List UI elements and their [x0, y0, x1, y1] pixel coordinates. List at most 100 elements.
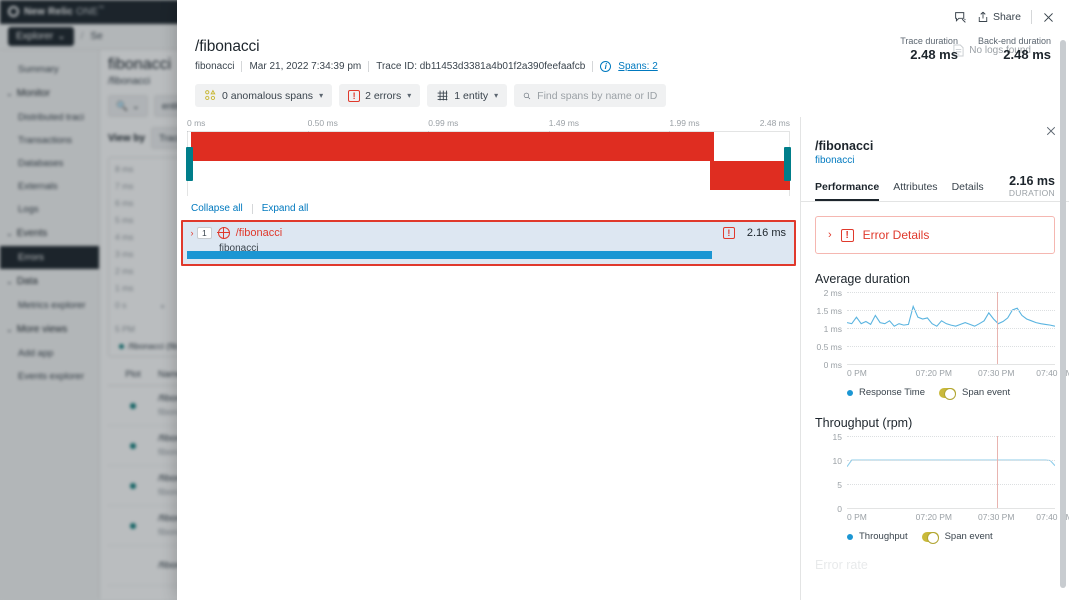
span-bar-track [187, 251, 790, 259]
anomalous-spans-filter[interactable]: 0 anomalous spans ▾ [195, 84, 333, 107]
throughput-legend: Throughput Span event [847, 531, 1055, 544]
average-duration-legend: Response Time Span event [847, 387, 1055, 400]
detail-duration: 2.16 ms DURATION [1009, 174, 1055, 201]
axis-tick: 0 ms [187, 118, 206, 128]
minimap-child-band [710, 161, 790, 190]
x-tick: 07:20 PM [915, 512, 953, 522]
y-tick: 0.5 ms [816, 342, 842, 352]
axis-tick: 1.99 ms [669, 118, 700, 128]
error-icon: ! [348, 89, 361, 102]
chevron-right-icon: › [828, 229, 832, 241]
trace-duration-label: Trace duration [900, 36, 958, 46]
span-child-count: 1 [197, 227, 212, 239]
x-tick: 07:30 PM [978, 512, 1015, 522]
detail-close-icon[interactable] [1045, 125, 1057, 139]
tab-attributes[interactable]: Attributes [893, 181, 937, 201]
span-event-marker [996, 436, 998, 508]
span-row[interactable]: › 1 /fibonacci ! 2.16 ms fibonacci [181, 220, 796, 266]
waterfall-pane: 0 ms 0.50 ms 0.99 ms 1.49 ms 1.99 ms 2.4… [177, 117, 801, 600]
y-tick: 2 ms [823, 288, 842, 298]
error-icon: ! [840, 228, 854, 242]
throughput-line [847, 436, 1055, 508]
minimap-canvas[interactable] [186, 132, 791, 196]
span-tree-actions: Collapse all Expand all [177, 199, 800, 220]
chevron-down-icon: ▾ [407, 91, 412, 100]
detail-tabs: Performance Attributes Details 2.16 ms D… [801, 174, 1069, 202]
axis-tick: 0.99 ms [428, 118, 459, 128]
throughput-xaxis: 0 PM 07:20 PM 07:30 PM 07:40 PM [847, 508, 1069, 524]
span-name[interactable]: /fibonacci [236, 227, 282, 239]
span-filter-row: 0 anomalous spans ▾ ! 2 errors ▾ 1 entit… [177, 36, 1069, 117]
trace-entity: fibonacci [195, 61, 235, 72]
trace-duration: Trace duration 2.48 ms [900, 36, 958, 62]
axis-tick: 2.48 ms [759, 118, 790, 128]
throughput-chart[interactable]: 15 10 5 0 [833, 432, 1055, 514]
axis-tick: 0.50 ms [307, 118, 338, 128]
tab-performance[interactable]: Performance [815, 181, 880, 201]
y-tick: 15 [832, 432, 842, 442]
span-search-input[interactable] [537, 89, 658, 102]
entity-filter[interactable]: 1 entity ▾ [427, 84, 508, 107]
backend-duration-value: 2.48 ms [1003, 47, 1051, 62]
detail-duration-value: 2.16 ms [1009, 174, 1055, 188]
timeline-axis: 0 ms 0.50 ms 0.99 ms 1.49 ms 1.99 ms 2.4… [187, 117, 790, 135]
toolbar-divider [1031, 10, 1032, 24]
minimap-handle-left[interactable] [186, 147, 193, 181]
span-event-marker [996, 292, 998, 364]
detail-header: /fibonacci fibonacci [801, 117, 1069, 166]
minimap-root-band [190, 132, 714, 161]
span-event-toggle[interactable] [939, 387, 957, 400]
legend-label-throughput: Throughput [859, 531, 908, 542]
x-tick: 07:30 PM [978, 368, 1015, 378]
y-tick: 1.5 ms [816, 306, 842, 316]
span-list: › 1 /fibonacci ! 2.16 ms fibonacci [177, 220, 800, 600]
average-duration-chart[interactable]: 2 ms 1.5 ms 1 ms 0.5 ms 0 ms [816, 288, 1055, 370]
legend-dot-icon [847, 533, 853, 540]
span-duration-bar[interactable] [187, 251, 712, 259]
chart-title-partial: Error rate [815, 558, 868, 572]
page-scrollbar[interactable] [1060, 40, 1066, 588]
x-tick: 07:20 PM [915, 368, 953, 378]
trace-metadata: fibonacci Mar 21, 2022 7:34:39 pm Trace … [195, 61, 1051, 72]
detail-duration-label: DURATION [1008, 188, 1055, 198]
share-label: Share [992, 11, 1021, 23]
y-tick: 0 ms [823, 360, 842, 370]
chevron-down-icon: ▾ [494, 91, 499, 100]
spans-link[interactable]: Spans: 2 [618, 61, 657, 72]
x-tick: 0 PM [847, 512, 867, 522]
errors-filter[interactable]: ! 2 errors ▾ [339, 84, 421, 107]
y-tick: 5 [837, 479, 842, 490]
chevron-down-icon: ▾ [319, 91, 324, 100]
chart-title-throughput: Throughput (rpm) [815, 416, 913, 430]
expand-all-link[interactable]: Expand all [262, 203, 309, 214]
detail-title: /fibonacci [815, 139, 874, 153]
error-details-accordion[interactable]: › ! Error Details [815, 216, 1055, 254]
legend-dot-icon [847, 389, 853, 396]
expand-chevron-icon[interactable]: › [187, 228, 197, 238]
detail-content: › ! Error Details Average duration 2 ms … [801, 202, 1069, 600]
y-tick: 10 [832, 455, 842, 466]
legend-label-response-time: Response Time [859, 387, 926, 398]
span-event-toggle[interactable] [921, 531, 939, 544]
feedback-icon[interactable] [954, 11, 967, 24]
share-button[interactable]: Share [977, 11, 1021, 23]
detail-entity-link[interactable]: fibonacci [815, 155, 1055, 166]
chart-title-average-duration: Average duration [815, 272, 910, 286]
backend-duration: Back-end duration 2.48 ms [978, 36, 1051, 62]
span-search-box[interactable] [514, 84, 667, 107]
average-duration-xaxis: 0 PM 07:20 PM 07:30 PM 07:40 PM [847, 364, 1069, 380]
y-tick: 1 ms [823, 324, 842, 334]
meta-divider [241, 61, 243, 72]
collapse-all-link[interactable]: Collapse all [191, 203, 243, 214]
globe-icon [217, 226, 231, 240]
entity-label: 1 entity [454, 89, 489, 102]
anomalous-spans-label: 0 anomalous spans [222, 89, 314, 102]
y-tick: 0 [837, 504, 842, 514]
minimap-handle-right[interactable] [784, 147, 791, 181]
trace-minimap[interactable]: 0 ms 0.50 ms 0.99 ms 1.49 ms 1.99 ms 2.4… [177, 117, 800, 199]
close-icon[interactable] [1042, 11, 1055, 24]
span-error-icon[interactable]: ! [722, 227, 735, 239]
span-detail-panel: /fibonacci fibonacci Performance Attribu… [801, 117, 1069, 600]
errors-label: 2 errors [365, 89, 402, 102]
tab-details[interactable]: Details [952, 181, 984, 201]
